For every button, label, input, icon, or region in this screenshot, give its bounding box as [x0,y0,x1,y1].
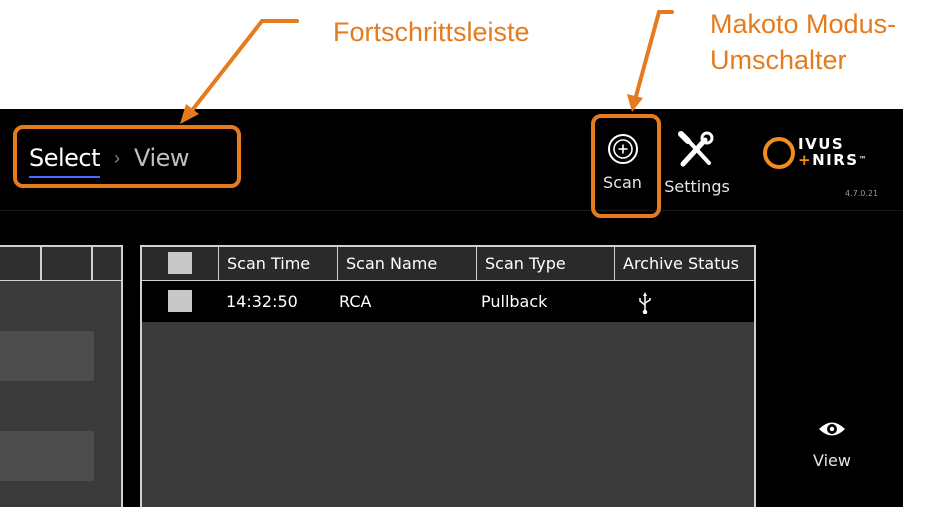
column-header-scan-name[interactable]: Scan Name [337,247,476,280]
logo-line2: +NIRS™ [798,152,868,168]
cell-scan-name: RCA [339,292,372,311]
view-button-label: View [813,451,851,470]
callout-mode-switch-line2: Umschalter [710,45,847,75]
patient-list-row[interactable] [0,431,94,481]
callout-mode-switch-line1: Makoto Modus- [710,9,897,39]
logo-plus: + [798,151,813,169]
cell-scan-time: 14:32:50 [226,292,298,311]
logo-line1: IVUS [798,135,845,153]
column-header-archive-status[interactable]: Archive Status [614,247,754,280]
view-button[interactable]: View [800,419,864,470]
version-label: 4.7.0.21 [845,189,879,198]
settings-button-label: Settings [664,177,730,196]
patient-list-row[interactable] [0,331,94,381]
wrench-screwdriver-icon [678,131,714,167]
scan-table: Scan Time Scan Name Scan Type Archive St… [140,245,756,507]
patient-list-panel [0,245,123,507]
settings-button[interactable]: Settings [657,131,737,196]
column-header-scan-time[interactable]: Scan Time [218,247,337,280]
callout-mode-switch: Makoto Modus- Umschalter [710,6,896,78]
patient-list-column[interactable] [91,247,93,280]
usb-icon [638,281,652,322]
select-all-header[interactable] [142,247,218,280]
logo-nirs: NIRS [812,151,859,169]
arrow-mode-switch [633,10,674,102]
arrow-progress-bar [188,19,299,115]
header-divider [0,210,903,211]
column-header-scan-type[interactable]: Scan Type [476,247,614,280]
table-row[interactable]: 14:32:50 RCA Pullback [142,281,754,322]
logo-ring-icon [763,137,795,169]
select-all-checkbox[interactable] [168,252,192,274]
cell-scan-type: Pullback [481,292,548,311]
row-checkbox[interactable] [168,290,192,312]
patient-list-column[interactable] [40,247,42,280]
patient-list-header [0,247,121,281]
callout-progress-bar: Fortschrittsleiste [333,17,530,47]
highlight-progress-bar [13,125,241,188]
logo-text: IVUS +NIRS™ [798,136,868,168]
eye-icon [819,422,845,436]
highlight-mode-switch [591,114,661,218]
logo-tm: ™ [858,155,869,164]
scan-table-header: Scan Time Scan Name Scan Type Archive St… [142,247,754,281]
